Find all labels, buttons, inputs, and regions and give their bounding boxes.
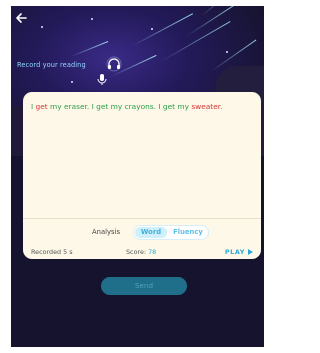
recorded-duration: Recorded 5 s [31,248,73,256]
analysis-row: Analysis Word Fluency [23,225,261,240]
score: Score: 78 [126,247,156,257]
tab-fluency[interactable]: Fluency [169,227,207,238]
tab-word[interactable]: Word [135,227,167,238]
word[interactable]: I [31,102,33,111]
record-reading-label: Record your reading [17,61,86,69]
arrow-left-icon [16,13,27,23]
result-footer: Recorded 5 s Score: 78 PLAY [31,247,253,257]
word[interactable]: my [111,102,123,111]
analysis-toggle: Word Fluency [133,225,209,240]
headphone-icon[interactable] [105,56,123,72]
back-button[interactable] [15,12,31,28]
app-screen: Record your reading I get my eraser. I g… [11,6,264,347]
analysis-label: Analysis [92,228,121,236]
word[interactable]: get [36,102,48,111]
word[interactable]: my [177,102,189,111]
reading-sentence: I get my eraser. I get my crayons. I get… [31,101,255,112]
word[interactable]: my [50,102,62,111]
word[interactable]: get [163,102,175,111]
play-icon [248,249,253,255]
score-label: Score: [126,248,147,256]
reading-card: I get my eraser. I get my crayons. I get… [23,92,261,259]
word[interactable]: eraser. [64,102,89,111]
microphone-icon[interactable] [95,72,109,86]
send-button[interactable]: Send [101,277,187,295]
word[interactable]: sweater. [191,102,222,111]
word[interactable]: I [158,102,160,111]
play-label: PLAY [224,248,245,256]
word[interactable]: crayons. [125,102,156,111]
word[interactable]: I [92,102,94,111]
play-button[interactable]: PLAY [225,247,253,257]
score-value: 78 [148,248,157,256]
divider [23,218,261,219]
word[interactable]: get [96,102,108,111]
